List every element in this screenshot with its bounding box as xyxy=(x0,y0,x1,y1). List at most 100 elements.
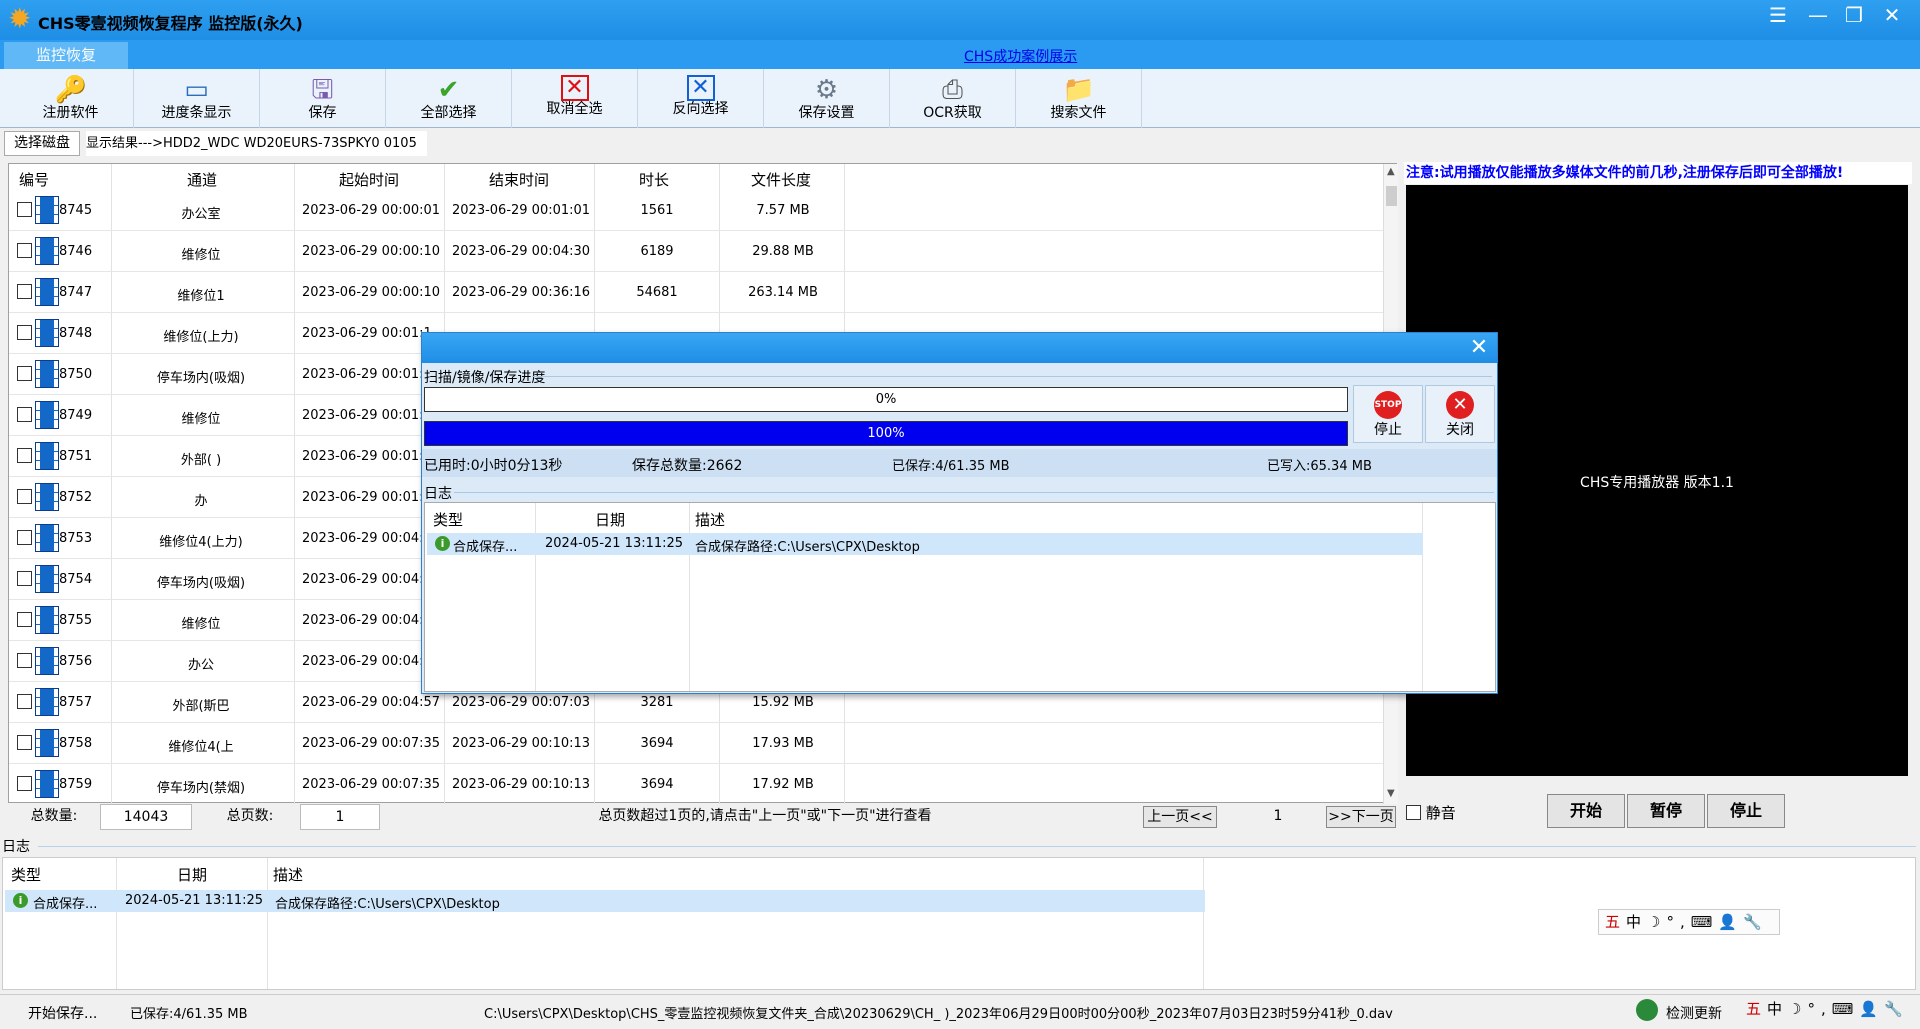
invert-select-button[interactable]: ✕ 反向选择 xyxy=(638,69,764,128)
cell-duration: 54681 xyxy=(636,285,678,300)
col-header-channel[interactable]: 通道 xyxy=(187,169,217,190)
row-checkbox[interactable] xyxy=(17,530,32,545)
table-row[interactable]: 8758 维修位4(上 2023-06-29 00:07:35 2023-06-29 … xyxy=(9,723,1383,764)
tab-monitor-recovery[interactable]: 监控恢复 xyxy=(4,42,128,69)
row-checkbox[interactable] xyxy=(17,735,32,750)
ime-user-icon[interactable]: 👤 xyxy=(1859,1000,1884,1018)
next-page-button[interactable]: >>下一页 xyxy=(1326,806,1396,828)
current-page-input[interactable]: 1 xyxy=(1220,804,1336,830)
ime-keyboard-icon[interactable]: ⌨ xyxy=(1832,1000,1860,1018)
check-update-button[interactable]: 检测更新 xyxy=(1666,1003,1722,1023)
log-header-desc[interactable]: 描述 xyxy=(273,864,303,885)
dialog-log-header-date[interactable]: 日期 xyxy=(595,509,625,530)
deselect-all-button[interactable]: ✕ 取消全选 xyxy=(512,69,638,128)
ime-punct-icon[interactable]: °, xyxy=(1666,913,1690,931)
dialog-title-bar[interactable]: ✕ xyxy=(422,333,1497,363)
row-checkbox[interactable] xyxy=(17,489,32,504)
menu-icon[interactable]: ☰ xyxy=(1758,2,1798,28)
table-row[interactable]: 8759 停车场内(禁烟) 2023-06-29 00:07:35 2023-06-2… xyxy=(9,764,1383,805)
restore-icon[interactable]: ❐ xyxy=(1834,2,1874,28)
ime-chinese-icon[interactable]: 中 xyxy=(1767,1000,1788,1018)
row-checkbox[interactable] xyxy=(17,694,32,709)
row-checkbox[interactable] xyxy=(17,612,32,627)
close-circle-icon: ✕ xyxy=(1446,391,1474,419)
table-row[interactable]: 8746 维修位 2023-06-29 00:00:10 2023-06-29 00:… xyxy=(9,231,1383,272)
ime-wubi-icon[interactable]: 五 xyxy=(1746,1000,1767,1018)
cell-end: 2023-06-29 00:01:01 xyxy=(452,203,591,218)
prev-page-button[interactable]: 上一页<< xyxy=(1143,806,1217,828)
select-all-button[interactable]: ✔ 全部选择 xyxy=(386,69,512,128)
table-row[interactable]: 8747 维修位1 2023-06-29 00:00:10 2023-06-29 00… xyxy=(9,272,1383,313)
log-header-date[interactable]: 日期 xyxy=(177,864,207,885)
row-checkbox[interactable] xyxy=(17,202,32,217)
row-checkbox[interactable] xyxy=(17,571,32,586)
cell-start: 2023-06-29 00:01:1 xyxy=(302,326,432,341)
dialog-log-header-type[interactable]: 类型 xyxy=(433,509,463,530)
select-disk-tab[interactable]: 选择磁盘 xyxy=(4,131,80,156)
row-checkbox[interactable] xyxy=(17,243,32,258)
col-header-id[interactable]: 编号 xyxy=(19,169,49,190)
ime-taskbar[interactable]: 五中☽°,⌨👤🔧 xyxy=(1740,997,1918,1023)
play-stop-button[interactable]: 停止 xyxy=(1707,794,1785,828)
dialog-close-icon[interactable]: ✕ xyxy=(1462,335,1496,361)
register-label: 注册软件 xyxy=(42,105,99,121)
minimize-icon[interactable]: — xyxy=(1798,2,1838,28)
row-checkbox[interactable] xyxy=(17,407,32,422)
ime-punct-icon[interactable]: °, xyxy=(1807,1000,1831,1018)
ime-toolbar[interactable]: 五中☽°,⌨👤🔧 xyxy=(1598,909,1780,935)
video-file-icon xyxy=(35,770,59,798)
dialog-log-header-desc[interactable]: 描述 xyxy=(695,509,725,530)
play-pause-button[interactable]: 暂停 xyxy=(1627,794,1705,828)
scroll-down-icon[interactable]: ▼ xyxy=(1387,788,1395,799)
row-checkbox[interactable] xyxy=(17,366,32,381)
table-row[interactable]: 8745 办公室 2023-06-29 00:00:01 2023-06-29 00:… xyxy=(9,190,1383,231)
written-size: 已写入:65.34 MB xyxy=(1267,459,1372,474)
log-row-desc: 合成保存路径:C:\Users\CPX\Desktop xyxy=(275,897,500,912)
progress-display-button[interactable]: ▭ 进度条显示 xyxy=(134,69,260,128)
scroll-up-icon[interactable]: ▲ xyxy=(1387,166,1395,177)
ime-chinese-icon[interactable]: 中 xyxy=(1626,913,1647,931)
dialog-close-button[interactable]: ✕ 关闭 xyxy=(1425,385,1495,443)
case-link[interactable]: CHS成功案例展示 xyxy=(964,46,1077,66)
close-icon[interactable]: ✕ xyxy=(1872,2,1912,28)
col-header-size[interactable]: 文件长度 xyxy=(751,169,811,190)
log-row-date: 2024-05-21 13:11:25 xyxy=(125,893,264,908)
play-start-button[interactable]: 开始 xyxy=(1547,794,1625,828)
row-checkbox[interactable] xyxy=(17,284,32,299)
row-checkbox[interactable] xyxy=(17,325,32,340)
info-icon: i xyxy=(13,893,28,908)
save-button[interactable]: 🖫 保存 xyxy=(260,69,386,128)
progress-dialog: ✕ 扫描/镜像/保存进度 0% 100% STOP 停止 ✕ 关闭 已用时:0小… xyxy=(421,332,1498,694)
cell-id: 8754 xyxy=(59,572,93,587)
ime-wrench-icon[interactable]: 🔧 xyxy=(1884,1000,1909,1018)
scrollbar-thumb[interactable] xyxy=(1386,186,1397,206)
ocr-button[interactable]: ⎙ OCR获取 xyxy=(890,69,1016,128)
search-files-button[interactable]: 📁 搜索文件 xyxy=(1016,69,1142,128)
col-header-duration[interactable]: 时长 xyxy=(639,169,669,190)
row-checkbox[interactable] xyxy=(17,776,32,791)
ime-moon-icon[interactable]: ☽ xyxy=(1788,1000,1807,1018)
ime-user-icon[interactable]: 👤 xyxy=(1718,913,1743,931)
check-icon: ✔ xyxy=(437,75,460,105)
ime-wubi-icon[interactable]: 五 xyxy=(1605,913,1626,931)
pager-hint: 总页数超过1页的,请点击"上一页"或"下一页"进行查看 xyxy=(380,804,1150,830)
dialog-log-row[interactable]: i 合成保存... 2024-05-21 13:11:25 合成保存路径:C:\… xyxy=(427,533,1423,555)
row-checkbox[interactable] xyxy=(17,448,32,463)
search-files-label: 搜索文件 xyxy=(1050,105,1107,121)
save-settings-button[interactable]: ⚙ 保存设置 xyxy=(764,69,890,128)
col-header-end[interactable]: 结束时间 xyxy=(489,169,549,190)
row-checkbox[interactable] xyxy=(17,653,32,668)
mute-checkbox-box[interactable] xyxy=(1406,805,1421,820)
cell-channel: 维修位(上力) xyxy=(163,330,239,345)
dialog-stop-label: 停止 xyxy=(1374,422,1402,438)
ime-wrench-icon[interactable]: 🔧 xyxy=(1743,913,1768,931)
dialog-stop-button[interactable]: STOP 停止 xyxy=(1353,385,1423,443)
mute-checkbox[interactable]: 静音 xyxy=(1406,802,1456,823)
register-button[interactable]: 🔑 注册软件 xyxy=(8,69,134,128)
ime-moon-icon[interactable]: ☽ xyxy=(1647,913,1666,931)
globe-icon[interactable] xyxy=(1636,999,1658,1021)
log-header-type[interactable]: 类型 xyxy=(11,864,41,885)
col-header-start[interactable]: 起始时间 xyxy=(339,169,399,190)
ime-keyboard-icon[interactable]: ⌨ xyxy=(1691,913,1719,931)
log-row[interactable]: i 合成保存... 2024-05-21 13:11:25 合成保存路径:C:\… xyxy=(5,890,1205,912)
